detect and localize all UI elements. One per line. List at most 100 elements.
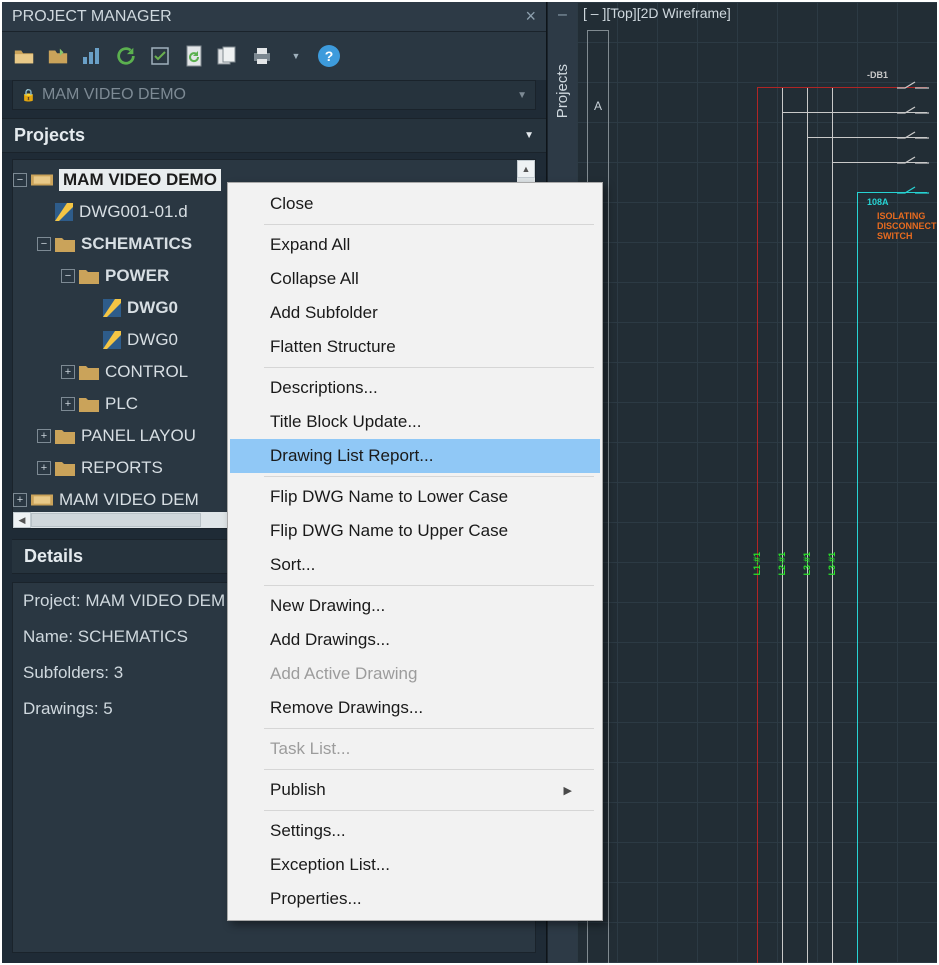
- open-project-icon[interactable]: [46, 44, 70, 68]
- schematic-content: -DB1 108A ISOLATING DISCONNECT SWITCH L1…: [697, 62, 917, 963]
- menu-drawing-list-report[interactable]: Drawing List Report...: [230, 439, 600, 473]
- ruler-tick: A: [594, 99, 602, 113]
- menu-sort[interactable]: Sort...: [230, 548, 600, 582]
- details-header-label: Details: [24, 546, 83, 567]
- folder-icon: [55, 460, 75, 476]
- side-tab-label: Projects: [554, 64, 571, 118]
- expand-icon[interactable]: +: [37, 429, 51, 443]
- folder-icon: [79, 364, 99, 380]
- viewport-label[interactable]: [ – ][Top][2D Wireframe]: [583, 5, 731, 21]
- tree-label: MAM VIDEO DEM: [59, 490, 199, 510]
- close-panel-icon[interactable]: ×: [525, 6, 536, 27]
- minimize-icon[interactable]: –: [558, 6, 567, 24]
- scroll-left-icon[interactable]: ◀: [13, 512, 31, 528]
- menu-separator: [264, 585, 594, 586]
- tree-label: PANEL LAYOU: [81, 426, 196, 446]
- folder-icon: [55, 236, 75, 252]
- project-icon: [31, 172, 53, 188]
- drawing-icon: [103, 331, 121, 349]
- menu-new-drawing[interactable]: New Drawing...: [230, 589, 600, 623]
- scroll-up-icon[interactable]: ▲: [517, 160, 535, 178]
- wire-cyan: [857, 192, 858, 963]
- phase-label: L2-#1: [777, 552, 787, 576]
- menu-descriptions[interactable]: Descriptions...: [230, 371, 600, 405]
- menu-properties[interactable]: Properties...: [230, 882, 600, 916]
- tree-label: DWG0: [127, 330, 178, 350]
- drawing-viewport[interactable]: [ – ][Top][2D Wireframe] A B C -DB1 108A…: [577, 2, 937, 963]
- collapse-icon[interactable]: −: [37, 237, 51, 251]
- tag-isolating: ISOLATING DISCONNECT SWITCH: [877, 212, 937, 242]
- menu-add-drawings[interactable]: Add Drawings...: [230, 623, 600, 657]
- menu-flatten[interactable]: Flatten Structure: [230, 330, 600, 364]
- menu-publish[interactable]: Publish▶: [230, 773, 600, 807]
- menu-separator: [264, 810, 594, 811]
- context-menu: Close Expand All Collapse All Add Subfol…: [227, 182, 603, 921]
- project-dropdown-label: MAM VIDEO DEMO: [42, 86, 186, 104]
- breaker-symbols: [897, 80, 937, 200]
- menu-separator: [264, 728, 594, 729]
- pages-icon[interactable]: [216, 44, 240, 68]
- menu-expand-all[interactable]: Expand All: [230, 228, 600, 262]
- menu-flip-lower[interactable]: Flip DWG Name to Lower Case: [230, 480, 600, 514]
- print-icon[interactable]: [250, 44, 274, 68]
- tree-label: PLC: [105, 394, 138, 414]
- folder-icon: [79, 268, 99, 284]
- tree-label: CONTROL: [105, 362, 188, 382]
- wire-white: [807, 87, 808, 963]
- menu-separator: [264, 367, 594, 368]
- toolbar: ▼ ?: [2, 32, 546, 80]
- submenu-arrow-icon: ▶: [564, 784, 572, 797]
- project-icon: [31, 492, 53, 508]
- panel-title-bar: PROJECT MANAGER ×: [2, 2, 546, 32]
- collapse-icon[interactable]: −: [61, 269, 75, 283]
- new-project-icon[interactable]: [12, 44, 36, 68]
- drawing-icon: [103, 299, 121, 317]
- menu-separator: [264, 224, 594, 225]
- tree-label: DWG001-01.d: [79, 202, 188, 222]
- expand-icon[interactable]: +: [13, 493, 27, 507]
- caret-down-icon: ▼: [524, 130, 534, 141]
- menu-separator: [264, 476, 594, 477]
- projects-section-header[interactable]: Projects ▼: [2, 118, 546, 153]
- lock-icon: 🔒: [21, 88, 36, 102]
- expand-icon[interactable]: +: [61, 397, 75, 411]
- page-refresh-icon[interactable]: [182, 44, 206, 68]
- menu-add-subfolder[interactable]: Add Subfolder: [230, 296, 600, 330]
- menu-separator: [264, 769, 594, 770]
- projects-section-label: Projects: [14, 125, 85, 146]
- phase-label: L3-#1: [802, 552, 812, 576]
- help-icon[interactable]: ?: [318, 45, 340, 67]
- project-dropdown[interactable]: 🔒 MAM VIDEO DEMO ▼: [12, 80, 536, 110]
- menu-settings[interactable]: Settings...: [230, 814, 600, 848]
- expand-icon[interactable]: +: [37, 461, 51, 475]
- menu-close[interactable]: Close: [230, 187, 600, 221]
- refresh-icon[interactable]: [114, 44, 138, 68]
- chart-icon[interactable]: [80, 44, 104, 68]
- menu-exception-list[interactable]: Exception List...: [230, 848, 600, 882]
- tree-label: DWG0: [127, 298, 178, 318]
- folder-icon: [55, 428, 75, 444]
- menu-task-list: Task List...: [230, 732, 600, 766]
- tree-label: MAM VIDEO DEMO: [59, 169, 221, 191]
- wire-white: [782, 87, 783, 963]
- drawing-icon: [55, 203, 73, 221]
- phase-label: L3-#1: [827, 552, 837, 576]
- tree-label: POWER: [105, 266, 169, 286]
- wire-white: [832, 87, 833, 963]
- collapse-icon[interactable]: −: [13, 173, 27, 187]
- menu-flip-upper[interactable]: Flip DWG Name to Upper Case: [230, 514, 600, 548]
- menu-collapse-all[interactable]: Collapse All: [230, 262, 600, 296]
- tree-label: SCHEMATICS: [81, 234, 192, 254]
- menu-add-active-drawing: Add Active Drawing: [230, 657, 600, 691]
- menu-remove-drawings[interactable]: Remove Drawings...: [230, 691, 600, 725]
- phase-label: L1-#1: [752, 552, 762, 576]
- print-dropdown-icon[interactable]: ▼: [284, 44, 308, 68]
- project-manager-panel: PROJECT MANAGER ×: [2, 2, 547, 963]
- wire-red: [757, 87, 758, 963]
- expand-icon[interactable]: +: [61, 365, 75, 379]
- scroll-thumb[interactable]: [31, 513, 201, 527]
- tag-db1: -DB1: [867, 70, 888, 80]
- task-icon[interactable]: [148, 44, 172, 68]
- menu-title-block-update[interactable]: Title Block Update...: [230, 405, 600, 439]
- caret-down-icon: ▼: [517, 90, 527, 101]
